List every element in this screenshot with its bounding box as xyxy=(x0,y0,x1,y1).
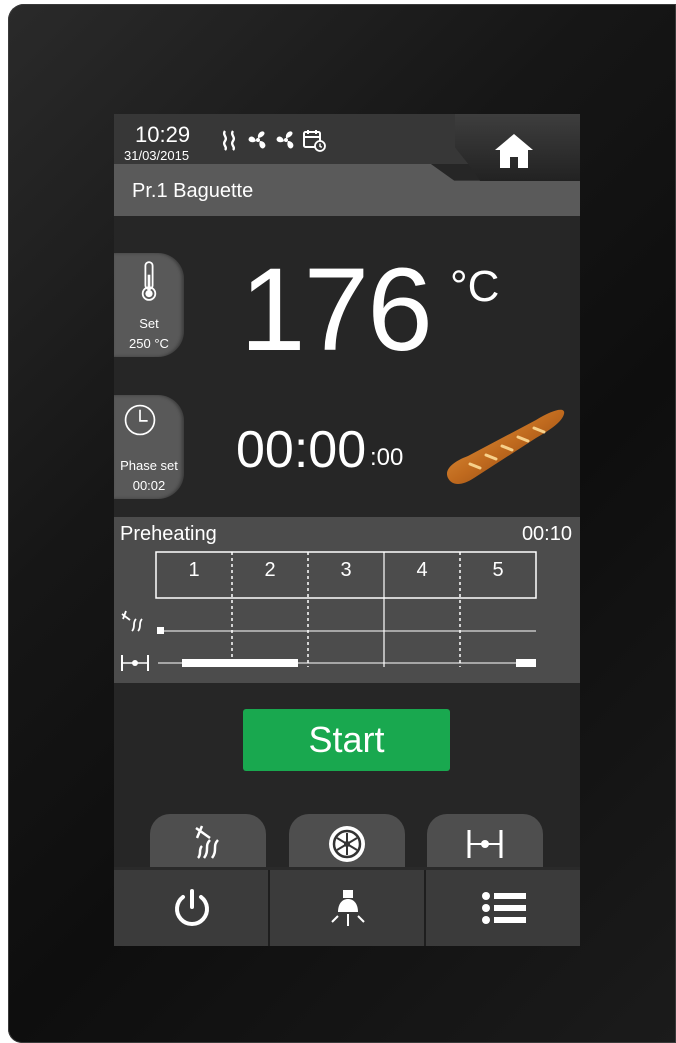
baguette-image xyxy=(446,409,565,484)
oven-screen: 10:29 31/03/2015 Pr.1 Baguette Set 250 °… xyxy=(114,114,580,946)
calendar-clock-icon xyxy=(303,130,326,152)
phase-timer-tab[interactable]: Phase set 00:02 xyxy=(114,395,184,499)
phase-set-value: 00:02 xyxy=(132,478,166,493)
power-icon xyxy=(174,889,209,926)
phase-grid xyxy=(121,551,537,671)
start-button[interactable]: Start xyxy=(243,709,450,771)
clock-icon xyxy=(124,404,156,436)
timer-seconds: :00 xyxy=(370,444,404,471)
set-temperature-label: Set xyxy=(139,316,159,331)
clock-time: 10:29 xyxy=(135,122,191,147)
current-temperature: 176 xyxy=(240,244,433,376)
fan-speed-icon xyxy=(329,826,365,862)
damper-tab[interactable] xyxy=(427,814,543,874)
menu-list-icon xyxy=(481,892,526,924)
fan-icon xyxy=(248,131,266,149)
set-temperature-tab[interactable]: Set 250 °C xyxy=(114,253,184,357)
steam-row-icon xyxy=(121,610,143,632)
phase-step-4[interactable]: 4 xyxy=(384,559,460,582)
oven-light-icon xyxy=(330,890,365,926)
damper-row-icon xyxy=(121,655,149,671)
damper-icon xyxy=(467,830,503,858)
timer-main: 00:00 xyxy=(236,421,367,479)
temperature-unit: °C xyxy=(450,262,500,311)
heat-waves-icon xyxy=(222,130,236,151)
home-button[interactable] xyxy=(455,114,580,181)
clock-date: 31/03/2015 xyxy=(124,148,190,163)
set-temperature-value: 250 °C xyxy=(129,336,169,351)
steam-injection-icon xyxy=(195,825,219,859)
phase-step-3[interactable]: 3 xyxy=(308,559,384,582)
phase-set-label: Phase set xyxy=(120,458,178,473)
oven-light-button[interactable] xyxy=(270,870,425,946)
phase-step-2[interactable]: 2 xyxy=(232,559,308,582)
fan-speed-tab[interactable] xyxy=(289,814,405,874)
fan-icon xyxy=(276,131,294,149)
home-icon xyxy=(495,134,533,168)
menu-button[interactable] xyxy=(426,870,580,946)
steam-tab[interactable] xyxy=(150,814,266,874)
power-button[interactable] xyxy=(114,870,269,946)
phase-step-1[interactable]: 1 xyxy=(156,559,232,582)
phase-panel: Preheating 00:10 1 2 3 4 5 xyxy=(114,517,580,683)
status-icons xyxy=(218,128,326,152)
phase-step-5[interactable]: 5 xyxy=(460,559,536,582)
program-name[interactable]: Pr.1 Baguette xyxy=(132,180,253,203)
thermometer-icon xyxy=(141,261,157,301)
